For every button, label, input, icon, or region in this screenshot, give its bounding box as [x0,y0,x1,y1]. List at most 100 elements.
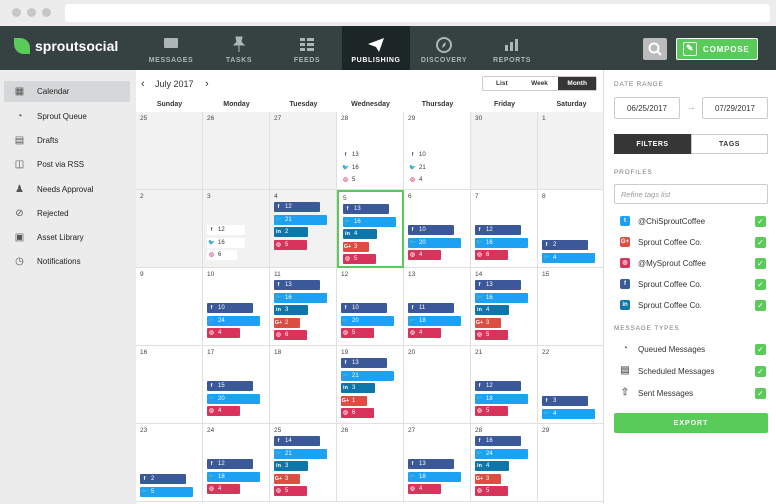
post-count-chip-fb[interactable]: f 13 [408,459,454,469]
profile-filter-row[interactable]: G+ Sprout Coffee Co. ✓ [620,235,766,249]
post-count-chip-fb[interactable]: f 10 [408,225,454,235]
sidebar-item-post-via-rss[interactable]: ◫ Post via RSS [4,154,130,175]
sidebar-item-drafts[interactable]: ▤ Drafts [4,130,130,151]
post-count-chip-fb[interactable]: f 13 [341,150,379,160]
post-count-chip-fb[interactable]: f 13 [343,204,389,214]
calendar-day-cell[interactable]: 27 f 13 🐦 18 ◎ 4 [404,424,471,502]
post-count-chip-tw[interactable]: 🐦 21 [408,162,446,173]
calendar-day-cell[interactable]: 8 f 2 🐦 4 [538,190,605,268]
calendar-day-cell[interactable]: 29 [538,424,605,502]
post-count-chip-li[interactable]: in 3 [274,305,308,315]
calendar-day-cell[interactable]: 9 [136,268,203,346]
post-count-chip-fb[interactable]: f 16 [475,436,521,446]
post-count-chip-tw[interactable]: 🐦 20 [408,237,461,248]
calendar-day-cell[interactable]: 28 f 16 🐦 24 in 4 G+ 3 ◎ 5 [471,424,538,502]
post-count-chip-fb[interactable]: f 12 [475,381,521,391]
calendar-day-cell[interactable]: 3 f 12 🐦 16 ◎ 6 [203,190,270,268]
post-count-chip-tw[interactable]: 🐦 16 [475,292,528,303]
calendar-day-cell[interactable]: 26 [337,424,404,502]
calendar-day-cell[interactable]: 30 [471,112,538,190]
post-count-chip-fb[interactable]: f 13 [475,280,521,290]
post-count-chip-fb[interactable]: f 11 [408,303,454,313]
post-count-chip-tw[interactable]: 🐦 24 [475,448,528,459]
calendar-day-cell[interactable]: 13 f 11 🐦 18 ◎ 4 [404,268,471,346]
post-count-chip-ig[interactable]: ◎ 6 [207,250,237,260]
post-count-chip-li[interactable]: in 2 [274,227,308,237]
post-count-chip-gp[interactable]: G+ 3 [475,317,501,328]
post-count-chip-ig[interactable]: ◎ 5 [475,406,508,416]
message-type-row[interactable]: ◔ Queued Messages ✓ [620,342,766,356]
profile-checkbox[interactable]: ✓ [755,299,766,311]
post-count-chip-tw[interactable]: 🐦 5 [140,486,193,497]
post-count-chip-fb[interactable]: f 12 [274,202,320,212]
post-count-chip-ig[interactable]: ◎ 5 [341,328,374,338]
view-week-button[interactable]: Week [521,77,559,90]
post-count-chip-fb[interactable]: f2 [542,240,588,250]
post-count-chip-ig[interactable]: ◎ 6 [475,250,508,260]
calendar-day-cell[interactable]: 25 [136,112,203,190]
calendar-day-cell[interactable]: 21 f 12 🐦 18 ◎ 5 [471,346,538,424]
sidebar-item-calendar[interactable]: ▦ Calendar [4,81,130,102]
post-count-chip-fb[interactable]: f 12 [207,459,253,469]
post-count-chip-ig[interactable]: ◎ 4 [207,328,240,338]
calendar-day-cell[interactable]: 14 f 13 🐦 16 in 4 G+ 3 ◎ 5 [471,268,538,346]
post-count-chip-tw[interactable]: 🐦 18 [207,471,260,482]
calendar-day-cell[interactable]: 5 f 13 🐦 16 in 4 G+ 3 ◎ 5 [337,190,404,268]
profile-checkbox[interactable]: ✓ [755,257,766,269]
nav-messages[interactable]: MESSAGES [137,26,205,70]
view-list-button[interactable]: List [483,77,521,90]
export-button[interactable]: EXPORT [614,413,768,433]
post-count-chip-fb[interactable]: f 12 [475,225,521,235]
nav-discovery[interactable]: DISCOVERY [410,26,478,70]
post-count-chip-tw[interactable]: 🐦 21 [274,214,327,225]
calendar-day-cell[interactable]: 24 f 12 🐦 18 ◎ 4 [203,424,270,502]
start-date-input[interactable]: 06/25/2017 [614,97,680,119]
post-count-chip-ig[interactable]: ◎ 5 [475,330,508,340]
message-type-row[interactable]: ▤ Scheduled Messages ✓ [620,364,766,378]
calendar-day-cell[interactable]: 7 f 12 🐦 16 ◎ 6 [471,190,538,268]
search-button[interactable] [643,38,667,60]
post-count-chip-tw[interactable]: 🐦 4 [542,252,595,263]
post-count-chip-gp[interactable]: G+ 1 [341,395,367,406]
post-count-chip-li[interactable]: in 3 [274,461,308,471]
post-count-chip-fb[interactable]: f 13 [341,358,387,368]
calendar-day-cell[interactable]: 17 f 15 🐦 20 ◎ 4 [203,346,270,424]
post-count-chip-tw[interactable]: 🐦 24 [207,315,260,326]
calendar-day-cell[interactable]: 20 [404,346,471,424]
sprout-logo[interactable]: sproutsocial [14,38,118,54]
calendar-day-cell[interactable]: 6 f 10 🐦 20 ◎ 4 [404,190,471,268]
post-count-chip-ig[interactable]: ◎ 4 [408,484,441,494]
post-count-chip-gp[interactable]: G+ 3 [343,241,369,252]
post-count-chip-li[interactable]: in 4 [475,461,509,471]
calendar-day-cell[interactable]: 26 [203,112,270,190]
end-date-input[interactable]: 07/29/2017 [702,97,768,119]
profile-filter-row[interactable]: ◎ @MySprout Coffee ✓ [620,256,766,270]
calendar-day-cell[interactable]: 11 f 13 🐦 16 in 3 G+ 2 ◎ 6 [270,268,337,346]
calendar-day-cell[interactable]: 23 f 2 🐦 5 [136,424,203,502]
nav-reports[interactable]: REPORTS [478,26,546,70]
view-month-button[interactable]: Month [558,77,597,90]
post-count-chip-fb[interactable]: f 10 [408,150,446,160]
window-maximize-dot[interactable] [42,8,51,17]
post-count-chip-tw[interactable]: 🐦 16 [274,292,327,303]
message-type-checkbox[interactable]: ✓ [755,387,766,399]
post-count-chip-ig[interactable]: ◎ 5 [475,486,508,496]
post-count-chip-fb[interactable]: f 10 [341,303,387,313]
post-count-chip-fb[interactable]: f 10 [207,303,253,313]
post-count-chip-ig[interactable]: ◎ 4 [408,250,441,260]
calendar-day-cell[interactable]: 1 [538,112,605,190]
nav-tasks[interactable]: TASKS [205,26,273,70]
profile-filter-row[interactable]: t @ChiSproutCoffee ✓ [620,214,766,228]
profile-checkbox[interactable]: ✓ [755,215,766,227]
nav-publishing[interactable]: PUBLISHING [342,26,410,70]
post-count-chip-li[interactable]: in 4 [475,305,509,315]
post-count-chip-fb[interactable]: f 12 [207,225,245,235]
calendar-day-cell[interactable]: 22 f 3 🐦 4 [538,346,605,424]
profile-checkbox[interactable]: ✓ [755,278,766,290]
post-count-chip-li[interactable]: in 4 [343,229,377,239]
post-count-chip-tw[interactable]: 🐦 20 [341,315,394,326]
profile-filter-row[interactable]: f Sprout Coffee Co. ✓ [620,277,766,291]
post-count-chip-gp[interactable]: G+ 2 [274,317,300,328]
profile-checkbox[interactable]: ✓ [755,236,766,248]
post-count-chip-ig[interactable]: ◎ 4 [408,328,441,338]
